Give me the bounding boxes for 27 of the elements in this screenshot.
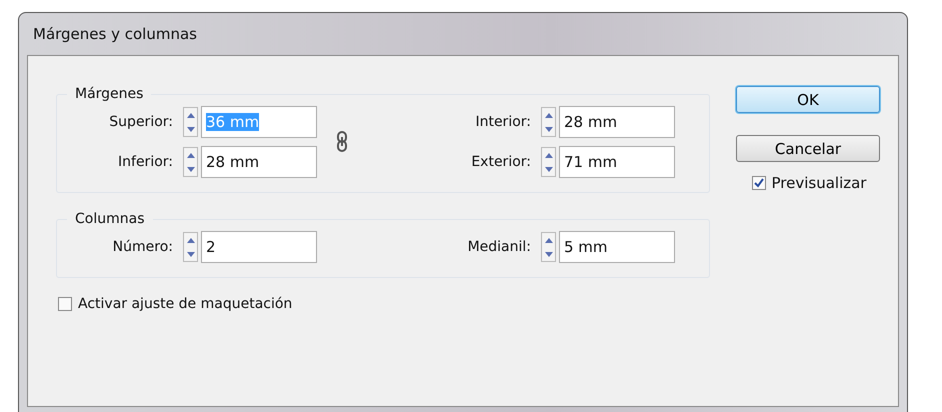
input-field[interactable]: 5 mm [559, 231, 675, 263]
window-title: Márgenes y columnas [33, 25, 197, 43]
input-field[interactable]: 2 [201, 231, 317, 263]
field-label: Superior: [109, 114, 173, 130]
checkbox-label[interactable]: Activar ajuste de maquetación [78, 296, 292, 312]
spinner-icon[interactable] [541, 232, 556, 262]
field-label: Número: [112, 239, 173, 255]
group-legend: Márgenes [67, 86, 152, 102]
field-label: Inferior: [118, 154, 173, 170]
input-field[interactable]: 28 mm [559, 106, 675, 138]
dialog-button[interactable]: OK [736, 86, 880, 113]
checkbox-label[interactable]: Previsualizar [772, 174, 866, 192]
input-field[interactable]: 71 mm [559, 146, 675, 178]
input-field[interactable]: 28 mm [201, 146, 317, 178]
field-label: Medianil: [468, 239, 531, 255]
checkbox[interactable] [58, 297, 72, 311]
group-legend: Columnas [67, 211, 152, 227]
spinner-icon[interactable] [541, 147, 556, 177]
spinner-icon[interactable] [183, 232, 198, 262]
chain-link-icon[interactable] [334, 131, 350, 153]
spinner-icon[interactable] [541, 107, 556, 137]
spinner-icon[interactable] [183, 147, 198, 177]
checkbox[interactable] [752, 176, 766, 190]
field-label: Interior: [475, 114, 531, 130]
spinner-icon[interactable] [183, 107, 198, 137]
field-label: Exterior: [471, 154, 531, 170]
dialog-button[interactable]: Cancelar [736, 135, 880, 162]
